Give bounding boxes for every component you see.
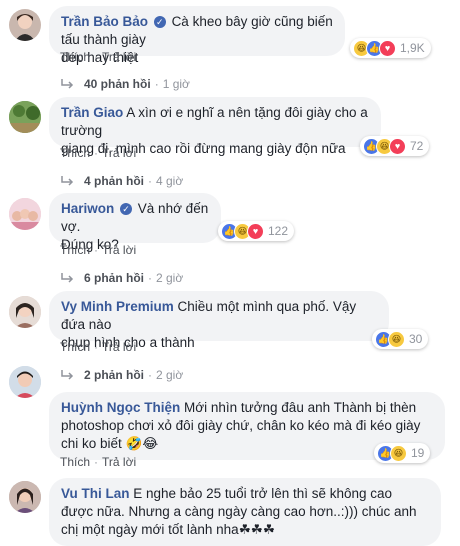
separator-dot: · [94,146,99,160]
view-replies[interactable]: 40 phản hồi · 1 giờ [60,77,190,91]
replies-count[interactable]: 40 phản hồi [84,77,151,91]
like-link[interactable]: Thích [60,455,90,469]
reaction-count: 1,9K [400,41,425,55]
view-replies[interactable]: 6 phản hồi · 2 giờ [60,271,183,285]
comment-actions: Thích · Trả lời [60,50,136,64]
replies-count[interactable]: 6 phản hồi [84,271,144,285]
replies-time: 1 giờ [162,77,190,91]
love-reaction-icon: ♥ [379,39,396,57]
reaction-summary[interactable]: 👍 😆 19 [374,443,431,463]
comment-author[interactable]: Huỳnh Ngọc Thiện [61,400,180,415]
avatar[interactable] [9,481,41,513]
reaction-summary[interactable]: 👍 😆 ♥ 72 [360,136,430,156]
avatar[interactable] [9,101,41,133]
comment-text: chi ko biết 🤣😂 [61,436,159,451]
reaction-count: 72 [410,139,424,153]
comment-bubble: Vy Minh Premium Chiều một mình qua phố. … [49,291,389,350]
haha-reaction-icon: 😆 [388,330,405,348]
reply-link[interactable]: Trả lời [102,146,136,160]
like-link[interactable]: Thích [60,50,90,64]
replies-time: 2 giờ [156,271,184,285]
reply-link[interactable]: Trả lời [102,50,136,64]
comment-bubble: Trần Giao A xìn ơi e nghĩ a nên tặng đôi… [49,97,381,156]
view-replies[interactable]: 2 phản hồi · 2 giờ [60,368,183,382]
avatar[interactable] [9,9,41,41]
replies-count[interactable]: 2 phản hồi [84,368,144,382]
comment-text: chị một ngày mới tốt lành nha☘☘☘ [61,522,276,537]
replies-time: 4 giờ [156,174,184,188]
avatar[interactable] [9,198,41,230]
separator-dot: · [94,243,99,257]
reaction-summary[interactable]: 😆 👍 ♥ 1,9K [350,38,431,58]
love-reaction-icon: ♥ [389,137,406,155]
comment-actions: Thích · Trả lời [60,455,136,469]
reaction-count: 19 [411,446,425,460]
reaction-summary[interactable]: 👍 😆 30 [372,329,429,349]
reply-link[interactable]: Trả lời [102,340,136,354]
love-reaction-icon: ♥ [247,222,264,240]
replies-time: 2 giờ [156,368,184,382]
reaction-count: 30 [409,332,423,346]
comment-actions: Thích · Trả lời [60,340,136,354]
replies-count[interactable]: 4 phản hồi [84,174,144,188]
comment-text: E nghe bảo 25 tuổi trở lên thì sẽ không … [133,486,393,501]
like-link[interactable]: Thích [60,243,90,257]
like-link[interactable]: Thích [60,146,90,160]
comment-text: Mới nhìn tưởng đâu anh Thành bị thèn [184,400,417,415]
reply-link[interactable]: Trả lời [102,455,136,469]
reply-arrow-icon [61,370,74,380]
reaction-count: 122 [268,224,289,238]
separator-dot: · [94,50,99,64]
comment-bubble: Vu Thi Lan E nghe bảo 25 tuổi trở lên th… [49,478,441,546]
separator-dot: · [94,455,99,469]
like-link[interactable]: Thích [60,340,90,354]
comment-author[interactable]: Hariwon [61,201,114,216]
reply-arrow-icon [61,176,74,186]
comment-author[interactable]: Trần Bảo Bảo [61,14,148,29]
avatar[interactable] [9,296,41,328]
comment-author[interactable]: Trần Giao [61,105,123,120]
comment-actions: Thích · Trả lời [60,243,136,257]
avatar[interactable] [9,366,41,398]
comment-text: được nữa. Nhưng a càng ngày càng cao hơn… [61,504,417,519]
view-replies[interactable]: 4 phản hồi · 4 giờ [60,174,183,188]
verified-badge-icon: ✓ [153,16,166,28]
reply-link[interactable]: Trả lời [102,243,136,257]
comment-text: photoshop chơi xỏ đôi giày chứ, chân ko … [61,418,421,433]
reply-arrow-icon [61,79,74,89]
separator-dot: · [94,340,99,354]
comment-author[interactable]: Vu Thi Lan [61,486,130,501]
verified-badge-icon: ✓ [120,203,133,215]
reply-arrow-icon [61,273,74,283]
haha-reaction-icon: 😆 [390,444,407,462]
reaction-summary[interactable]: 👍 😆 ♥ 122 [218,221,295,241]
comment-actions: Thích · Trả lời [60,146,136,160]
comment-bubble: Trần Bảo Bảo ✓ Cà kheo bây giờ cũng biến… [49,6,345,65]
comment-bubble: Hariwon ✓ Và nhớ đến vợ. Đúng ko? [49,193,221,252]
comment-author[interactable]: Vy Minh Premium [61,299,174,314]
